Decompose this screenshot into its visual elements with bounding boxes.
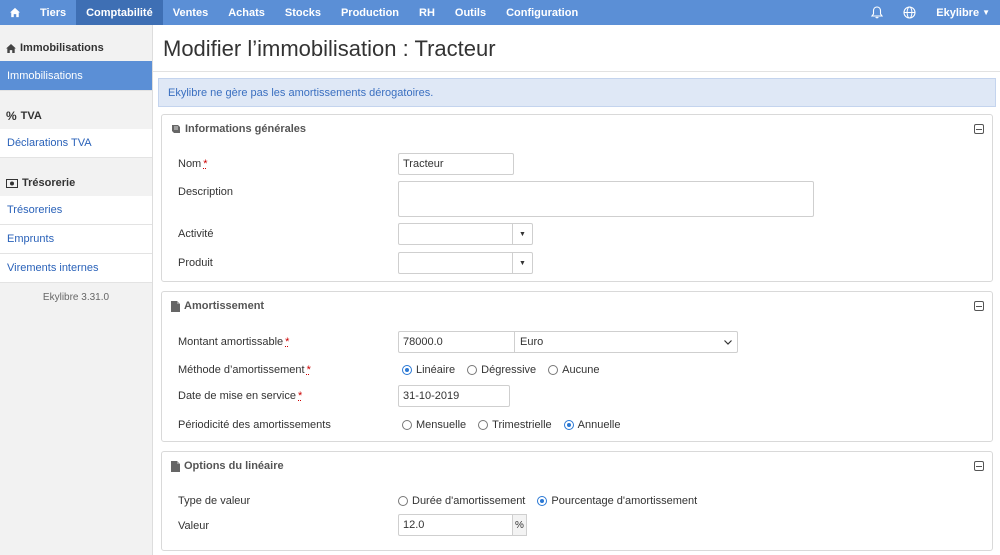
home-icon — [6, 43, 16, 53]
panel-amortissement: Amortissement Montant amortissable * 7800… — [161, 291, 993, 442]
panel-header: Options du linéaire — [162, 452, 992, 480]
method-degressive-radio[interactable]: Dégressive — [467, 364, 536, 376]
nav-outils[interactable]: Outils — [445, 0, 496, 25]
panel-informations-generales: Informations générales Nom * Tracteur Des… — [161, 114, 993, 282]
sidebar-section-title: TVA — [20, 110, 42, 122]
nav-stocks[interactable]: Stocks — [275, 0, 331, 25]
value-input-group: 12.0 % — [398, 514, 527, 536]
value-type-label: Type de valeur — [178, 495, 251, 507]
sidebar-item-immobilisations[interactable]: Immobilisations — [0, 61, 152, 91]
panel-options-lineaire: Options du linéaire Type de valeur Durée… — [161, 451, 993, 551]
nav-ventes[interactable]: Ventes — [163, 0, 218, 25]
page-title: Modifier l’immobilisation : Tracteur — [163, 36, 496, 61]
period-label: Périodicité des amortissements — [178, 419, 331, 431]
top-navigation: Tiers Comptabilité Ventes Achats Stocks … — [0, 0, 1000, 25]
nav-configuration[interactable]: Configuration — [496, 0, 588, 25]
method-lineaire-radio[interactable]: Linéaire — [402, 364, 455, 376]
value-label: Valeur — [178, 520, 209, 532]
panel-title: Informations générales — [185, 123, 307, 135]
period-radio-group: Mensuelle Trimestrielle Annuelle — [402, 419, 620, 431]
app-version: Ekylibre 3.31.0 — [42, 292, 110, 303]
info-alert: Ekylibre ne gère pas les amortissements … — [158, 78, 996, 107]
nav-tiers[interactable]: Tiers — [30, 0, 76, 25]
file-icon — [171, 300, 180, 312]
name-input[interactable]: Tracteur — [398, 153, 514, 175]
value-type-radio-group: Durée d'amortissement Pourcentage d'amor… — [398, 495, 697, 507]
name-label: Nom * — [178, 158, 208, 170]
sidebar-section-tresorerie: Trésorerie — [0, 170, 152, 196]
user-name: Ekylibre — [936, 6, 980, 19]
main-content: Modifier l’immobilisation : Tracteur Eky… — [153, 25, 1000, 555]
money-icon — [6, 178, 18, 188]
sidebar-section-immobilisations: Immobilisations — [0, 35, 152, 61]
nav-comptabilite[interactable]: Comptabilité — [76, 0, 163, 25]
value-input[interactable]: 12.0 — [403, 519, 424, 531]
collapse-icon[interactable] — [974, 461, 984, 471]
unit-addon: % — [512, 514, 527, 536]
method-aucune-radio[interactable]: Aucune — [548, 364, 599, 376]
collapse-icon[interactable] — [974, 124, 984, 134]
nav-production[interactable]: Production — [331, 0, 409, 25]
sidebar-section-tva: % TVA — [0, 103, 152, 129]
collapse-icon[interactable] — [974, 301, 984, 311]
amount-input[interactable]: 78000.0 — [403, 336, 515, 348]
amount-label: Montant amortissable * — [178, 336, 290, 348]
user-menu[interactable]: Ekylibre ▼ — [926, 0, 1000, 25]
period-trimestrielle-radio[interactable]: Trimestrielle — [478, 419, 552, 431]
home-icon[interactable] — [0, 0, 30, 25]
panel-title: Amortissement — [184, 300, 265, 312]
method-radio-group: Linéaire Dégressive Aucune — [402, 364, 599, 376]
activity-label: Activité — [178, 228, 214, 240]
date-label: Date de mise en service * — [178, 390, 303, 402]
method-label: Méthode d’amortissement * — [178, 364, 311, 376]
product-label: Produit — [178, 257, 213, 269]
bell-icon[interactable] — [861, 0, 893, 25]
type-pourcentage-radio[interactable]: Pourcentage d'amortissement — [537, 495, 697, 507]
sidebar-section-title: Immobilisations — [20, 42, 104, 54]
chevron-down-icon[interactable] — [724, 336, 732, 348]
sidebar-item-emprunts[interactable]: Emprunts — [0, 225, 152, 254]
amount-group: 78000.0 Euro — [398, 331, 738, 353]
description-label: Description — [178, 186, 234, 198]
sidebar-item-virements-internes[interactable]: Virements internes — [0, 254, 152, 283]
date-input[interactable]: 31-10-2019 — [398, 385, 510, 407]
globe-icon[interactable] — [893, 0, 926, 25]
nav-achats[interactable]: Achats — [218, 0, 275, 25]
period-mensuelle-radio[interactable]: Mensuelle — [402, 419, 466, 431]
description-textarea[interactable] — [398, 181, 814, 217]
title-divider — [153, 71, 1000, 72]
period-annuelle-radio[interactable]: Annuelle — [563, 419, 620, 431]
book-icon — [172, 125, 180, 133]
dropdown-caret-icon[interactable]: ▼ — [512, 253, 532, 273]
panel-header: Amortissement — [162, 292, 992, 320]
dropdown-caret-icon[interactable]: ▼ — [512, 224, 532, 244]
activity-select[interactable]: ▼ — [398, 223, 533, 245]
product-select[interactable]: ▼ — [398, 252, 533, 274]
file-icon — [171, 460, 180, 472]
sidebar-item-tresoreries[interactable]: Trésoreries — [0, 196, 152, 225]
nav-rh[interactable]: RH — [409, 0, 445, 25]
sidebar-item-declarations-tva[interactable]: Déclarations TVA — [0, 129, 152, 158]
caret-down-icon: ▼ — [982, 8, 990, 17]
panel-header: Informations générales — [162, 115, 992, 143]
currency-select[interactable]: Euro — [520, 336, 543, 348]
sidebar: Immobilisations Immobilisations % TVA Dé… — [0, 25, 153, 555]
sidebar-section-title: Trésorerie — [22, 177, 76, 189]
type-duree-radio[interactable]: Durée d'amortissement — [398, 495, 525, 507]
percent-icon: % — [6, 109, 17, 123]
panel-title: Options du linéaire — [184, 460, 284, 472]
